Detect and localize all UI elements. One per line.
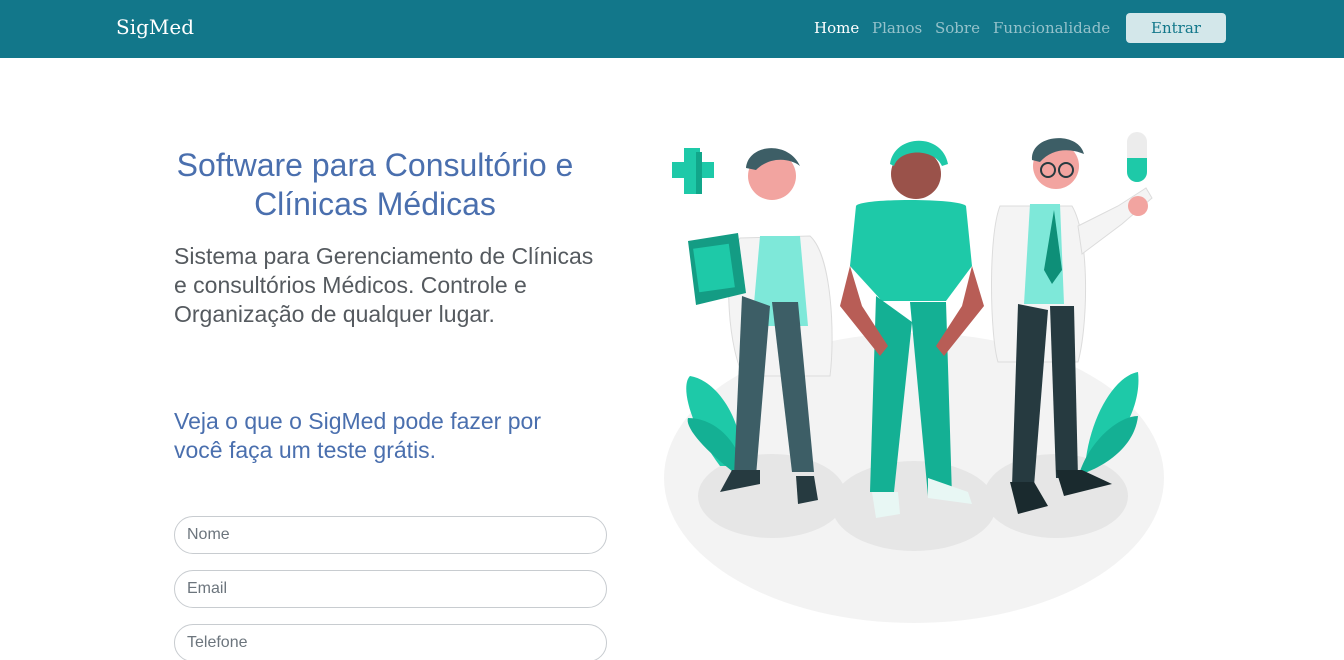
hero-description: Sistema para Gerenciamento de Clínicas e… <box>174 243 594 327</box>
login-button[interactable]: Entrar <box>1126 13 1226 43</box>
nav-link-home[interactable]: Home <box>814 19 859 37</box>
nav-link-funcionalidade[interactable]: Funcionalidade <box>993 19 1110 37</box>
navbar: SigMed Home Planos Sobre Funcionalidade … <box>0 0 1344 58</box>
hero-cta-text: Veja o que o SigMed pode fazer por você … <box>174 408 541 463</box>
medical-team-illustration <box>664 132 1164 623</box>
pill-icon <box>1127 132 1147 182</box>
medical-cross-icon <box>672 148 714 194</box>
brand-logo[interactable]: SigMed <box>116 15 194 39</box>
name-input[interactable] <box>174 516 607 554</box>
email-input[interactable] <box>174 570 607 608</box>
nav-link-sobre[interactable]: Sobre <box>935 19 980 37</box>
nav-link-planos[interactable]: Planos <box>872 19 922 37</box>
hero-title: Software para Consultório e Clínicas Méd… <box>176 147 574 222</box>
phone-input[interactable] <box>174 624 607 660</box>
